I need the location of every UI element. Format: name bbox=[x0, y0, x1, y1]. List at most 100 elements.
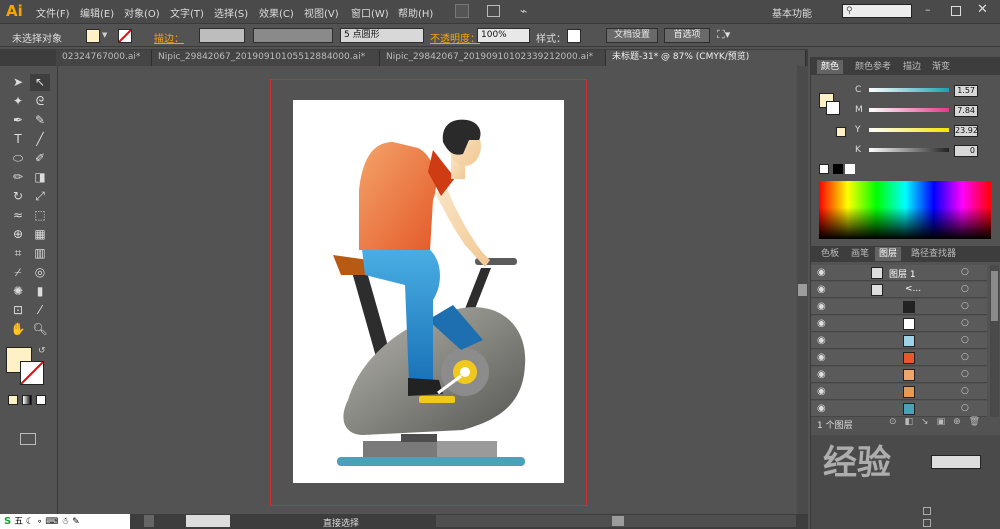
tab-stroke[interactable]: 描边 bbox=[899, 60, 925, 74]
tab-color[interactable]: 颜色 bbox=[817, 60, 844, 74]
eye-icon[interactable]: ◉ bbox=[817, 386, 826, 397]
layer-row[interactable]: ◉ ○ bbox=[811, 401, 987, 417]
horizontal-scrollbar[interactable] bbox=[436, 515, 796, 527]
eye-icon[interactable]: ◉ bbox=[817, 335, 826, 346]
graph-tool-icon[interactable]: ▮ bbox=[30, 283, 50, 300]
arrange-documents-icon[interactable]: ⛶▾ bbox=[717, 28, 730, 42]
tab-brushes[interactable]: 画笔 bbox=[847, 247, 873, 261]
swap-colors-icon[interactable]: ↺ bbox=[38, 346, 46, 356]
magic-wand-icon[interactable]: ✦ bbox=[8, 93, 28, 110]
zoom-tool-icon[interactable]: 🔍︎ bbox=[30, 321, 50, 338]
stroke-swatch[interactable] bbox=[118, 29, 132, 43]
curvature-tool-icon[interactable]: ✎ bbox=[30, 112, 50, 129]
menu-item[interactable]: 文字(T) bbox=[170, 5, 204, 20]
stroke-weight-dropdown[interactable] bbox=[199, 28, 245, 43]
channel-value[interactable]: 7.84 bbox=[954, 105, 978, 117]
artboard-nav-field[interactable] bbox=[186, 515, 230, 527]
direct-selection-tool-icon[interactable]: ↖ bbox=[30, 74, 50, 91]
hand-tool-icon[interactable]: ✋ bbox=[8, 321, 28, 338]
target-icon[interactable]: ○ bbox=[961, 386, 969, 396]
shape-builder-icon[interactable]: ⊕ bbox=[8, 226, 28, 243]
screen-mode-icon[interactable] bbox=[20, 433, 36, 445]
lasso-icon[interactable]: ᘓ bbox=[30, 93, 50, 110]
color-mode-icon[interactable] bbox=[8, 395, 18, 405]
invert-mask-checkbox[interactable] bbox=[923, 519, 931, 527]
eyedropper-icon[interactable]: ⌿ bbox=[8, 264, 28, 281]
channel-slider[interactable] bbox=[869, 108, 949, 112]
target-icon[interactable]: ○ bbox=[961, 335, 969, 345]
warp-tool-icon[interactable]: ≈ bbox=[8, 207, 28, 224]
tab-document-3[interactable]: Nipic_29842067_20190910102339212000.ai* bbox=[380, 50, 606, 66]
ellipse-tool-icon[interactable]: ⬭ bbox=[8, 150, 28, 167]
perspective-grid-icon[interactable]: ▦ bbox=[30, 226, 50, 243]
layer-row[interactable]: ◉ ○ bbox=[811, 333, 987, 349]
eye-icon[interactable]: ◉ bbox=[817, 301, 826, 312]
eraser-tool-icon[interactable]: ◨ bbox=[30, 169, 50, 186]
panel-stroke-swatch[interactable] bbox=[826, 101, 840, 115]
eye-icon[interactable]: ◉ bbox=[817, 369, 826, 380]
vertical-scroll-thumb[interactable] bbox=[798, 284, 807, 296]
fill-swatch[interactable] bbox=[86, 29, 100, 43]
pen-tool-icon[interactable]: ✒ bbox=[8, 112, 28, 129]
brush-tool-icon[interactable]: ✐ bbox=[30, 150, 50, 167]
maximize-button[interactable] bbox=[951, 6, 961, 16]
opacity-label[interactable]: 不透明度： bbox=[430, 30, 480, 45]
tab-layers[interactable]: 图层 bbox=[875, 247, 902, 261]
channel-value[interactable]: 0 bbox=[954, 145, 978, 157]
none-color-icon[interactable] bbox=[819, 164, 829, 174]
channel-value[interactable]: 23.92 bbox=[954, 125, 978, 137]
opacity-input[interactable]: 100% bbox=[477, 28, 530, 43]
line-tool-icon[interactable]: ╱ bbox=[30, 131, 50, 148]
free-transform-icon[interactable]: ⬚ bbox=[30, 207, 50, 224]
menu-item[interactable]: 对象(O) bbox=[124, 5, 160, 20]
target-icon[interactable]: ○ bbox=[961, 403, 969, 413]
close-button[interactable]: ✕ bbox=[977, 2, 988, 17]
mesh-tool-icon[interactable]: ⌗ bbox=[8, 245, 28, 262]
target-icon[interactable]: ○ bbox=[961, 369, 969, 379]
pencil-tool-icon[interactable]: ✏ bbox=[8, 169, 28, 186]
selection-tool-icon[interactable]: ➤ bbox=[8, 74, 28, 91]
menu-item[interactable]: 效果(C) bbox=[259, 5, 294, 20]
brush-dropdown[interactable]: 5 点圆形 bbox=[340, 28, 424, 43]
layers-scrollbar[interactable] bbox=[990, 265, 999, 417]
arrange-icon[interactable] bbox=[487, 5, 500, 17]
layers-scroll-thumb[interactable] bbox=[991, 271, 998, 321]
eye-icon[interactable]: ◉ bbox=[817, 267, 826, 278]
variable-width-dropdown[interactable] bbox=[253, 28, 333, 43]
white-color-icon[interactable] bbox=[845, 164, 855, 174]
target-icon[interactable]: ○ bbox=[961, 318, 969, 328]
menu-item[interactable]: 文件(F) bbox=[36, 5, 70, 20]
menu-item[interactable]: 窗口(W) bbox=[351, 5, 389, 20]
channel-slider[interactable] bbox=[869, 88, 949, 92]
workspace-switcher[interactable]: 基本功能 bbox=[772, 5, 812, 20]
gpu-icon[interactable]: ⌁ bbox=[520, 4, 527, 18]
gradient-tool-icon[interactable]: ▥ bbox=[30, 245, 50, 262]
color-spectrum[interactable] bbox=[819, 181, 991, 239]
bridge-icon[interactable] bbox=[455, 4, 469, 18]
last-color-swatch[interactable] bbox=[836, 127, 846, 137]
eye-icon[interactable]: ◉ bbox=[817, 318, 826, 329]
menu-item[interactable]: 编辑(E) bbox=[80, 5, 114, 20]
document-setup-button[interactable]: 文档设置 bbox=[606, 28, 658, 43]
layers-footer-icons[interactable]: ⊙◧↘▣⊕🗑︎ bbox=[889, 417, 988, 427]
stroke-color-box[interactable] bbox=[20, 361, 44, 385]
tab-pathfinder[interactable]: 路径查找器 bbox=[907, 247, 960, 261]
blend-tool-icon[interactable]: ◎ bbox=[30, 264, 50, 281]
style-swatch[interactable] bbox=[567, 29, 581, 43]
artboard-tool-icon[interactable]: ⊡ bbox=[8, 302, 28, 319]
first-page-button[interactable] bbox=[144, 515, 154, 527]
menu-item[interactable]: 帮助(H) bbox=[398, 5, 433, 20]
tab-swatches[interactable]: 色板 bbox=[817, 247, 843, 261]
minimize-button[interactable]: – bbox=[925, 3, 931, 16]
channel-slider[interactable] bbox=[869, 148, 949, 152]
symbol-sprayer-icon[interactable]: ✺ bbox=[8, 283, 28, 300]
target-icon[interactable]: ○ bbox=[961, 267, 969, 277]
gradient-mode-icon[interactable] bbox=[22, 395, 32, 405]
target-icon[interactable]: ○ bbox=[961, 301, 969, 311]
layer-row[interactable]: ◉ <... ○ bbox=[811, 282, 987, 298]
layer-row[interactable]: ◉ ○ bbox=[811, 299, 987, 315]
clip-checkbox[interactable] bbox=[923, 507, 931, 515]
menu-item[interactable]: 视图(V) bbox=[304, 5, 339, 20]
eye-icon[interactable]: ◉ bbox=[817, 284, 826, 295]
target-icon[interactable]: ○ bbox=[961, 352, 969, 362]
